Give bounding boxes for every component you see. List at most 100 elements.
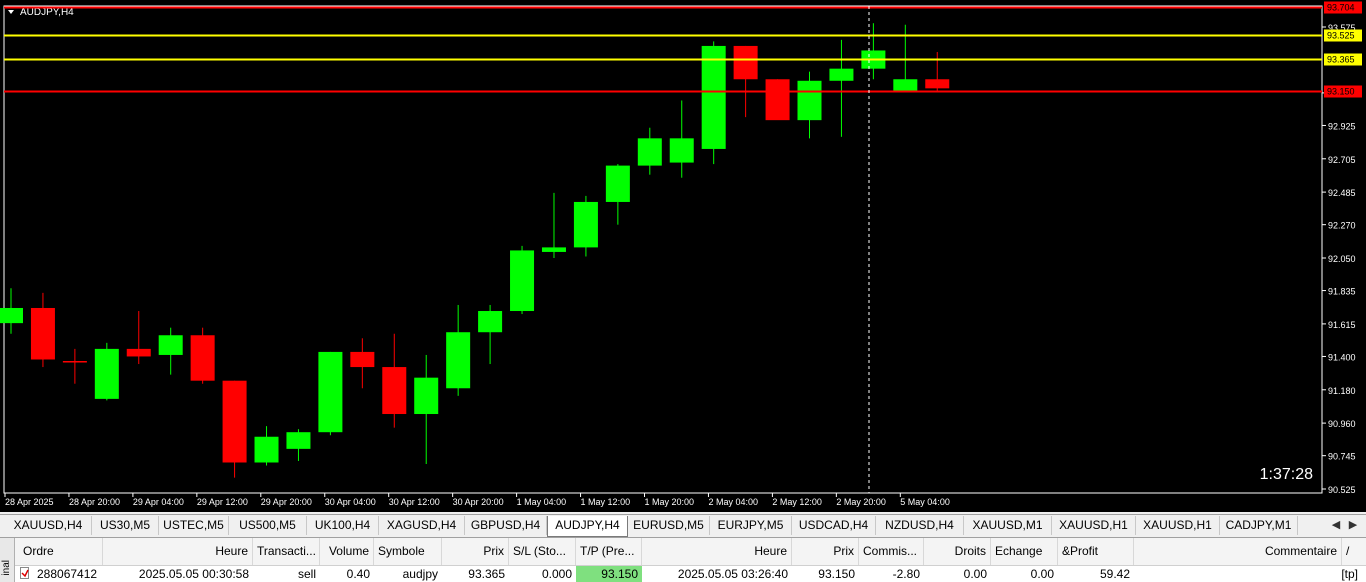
symbol-menu-icon <box>8 10 14 14</box>
table-cell: 59.42 <box>1099 567 1130 581</box>
time-axis-label: 30 Apr 04:00 <box>325 497 376 507</box>
table-cell: 2025.05.05 03:26:40 <box>677 567 788 581</box>
column-header[interactable]: Commentaire <box>1134 538 1342 565</box>
price-axis-label: 91.835 <box>1328 287 1356 297</box>
time-axis-label: 2 May 12:00 <box>772 497 822 507</box>
column-header[interactable]: S/L (Sto... <box>509 538 576 565</box>
candle-body <box>893 79 918 92</box>
candle-body <box>446 332 471 389</box>
time-axis-label: 30 Apr 20:00 <box>453 497 504 507</box>
sort-indicator-icon: / <box>1346 544 1350 558</box>
candle-body <box>573 201 598 248</box>
column-header[interactable]: Transacti... <box>253 538 320 565</box>
column-header[interactable]: Volume <box>320 538 374 565</box>
tab-cadjpy-m1[interactable]: CADJPY,M1 <box>1220 516 1298 535</box>
terminal-side-label: inal <box>0 538 15 582</box>
table-cell: sell <box>297 567 316 581</box>
candle-body <box>222 380 247 463</box>
candle-body <box>382 367 407 415</box>
price-axis-label: 90.960 <box>1328 419 1356 429</box>
tab-xauusd-h1[interactable]: XAUUSD,H1 <box>1136 516 1220 535</box>
tab-uk100-h4[interactable]: UK100,H4 <box>307 516 379 535</box>
tab-xauusd-h1[interactable]: XAUUSD,H1 <box>1052 516 1136 535</box>
order-sell-icon <box>20 567 29 579</box>
tab-eurjpy-m5[interactable]: EURJPY,M5 <box>710 516 792 535</box>
candle-body <box>510 250 535 312</box>
tab-usdcad-h4[interactable]: USDCAD,H4 <box>792 516 876 535</box>
column-header[interactable]: Droits <box>924 538 991 565</box>
candle-body <box>62 361 87 363</box>
tab-scroll-left-icon[interactable]: ◀ <box>1329 517 1343 533</box>
time-axis-label: 29 Apr 20:00 <box>261 497 312 507</box>
price-level-label: 93.150 <box>1327 87 1355 97</box>
column-header[interactable]: Commis... <box>859 538 924 565</box>
column-header[interactable]: Prix <box>442 538 509 565</box>
price-level-label: 93.704 <box>1327 3 1355 13</box>
price-axis-label: 92.050 <box>1328 254 1356 264</box>
candle-body <box>254 436 279 463</box>
candle-body <box>701 45 726 149</box>
column-header[interactable]: Echange <box>991 538 1058 565</box>
chart-symbol-label: AUDJPY,H4 <box>20 7 74 18</box>
candle-body <box>318 351 343 433</box>
time-axis-label: 1 May 12:00 <box>581 497 631 507</box>
price-level-label: 93.365 <box>1327 55 1355 65</box>
price-axis-label: 91.180 <box>1328 386 1356 396</box>
column-header[interactable]: Heure <box>642 538 792 565</box>
table-cell: 2025.05.05 00:30:58 <box>138 567 249 581</box>
candle-body <box>126 348 151 357</box>
tab-nzdusd-h4[interactable]: NZDUSD,H4 <box>876 516 964 535</box>
time-axis-label: 29 Apr 12:00 <box>197 497 248 507</box>
time-axis-label: 2 May 04:00 <box>708 497 758 507</box>
tab-gbpusd-h4[interactable]: GBPUSD,H4 <box>465 516 547 535</box>
tab-xagusd-h4[interactable]: XAGUSD,H4 <box>379 516 465 535</box>
candle-body <box>286 432 311 449</box>
candle-body <box>190 335 215 381</box>
tab-xauusd-h4[interactable]: XAUUSD,H4 <box>5 516 92 535</box>
column-header[interactable]: Symbole <box>374 538 442 565</box>
candle-body <box>350 351 375 368</box>
tab-us500-m5[interactable]: US500,M5 <box>229 516 307 535</box>
candle-body <box>669 138 694 163</box>
tab-ustec-m5[interactable]: USTEC,M5 <box>159 516 229 535</box>
time-axis-label: 2 May 20:00 <box>836 497 886 507</box>
tab-scroll-right-icon[interactable]: ▶ <box>1346 517 1360 533</box>
candle-body <box>829 68 854 81</box>
column-header[interactable]: &Profit <box>1058 538 1134 565</box>
time-axis-label: 28 Apr 20:00 <box>69 497 120 507</box>
price-axis-label: 92.485 <box>1328 188 1356 198</box>
candle-body <box>0 307 23 324</box>
candle-body <box>797 80 822 121</box>
table-cell: [tp] <box>1341 567 1358 581</box>
candle-body <box>637 138 662 166</box>
column-header[interactable]: Prix <box>792 538 859 565</box>
table-cell: -2.80 <box>892 567 920 581</box>
terminal-header-row: Ordre Heure Transacti... Volume Symbole Prix S… <box>15 538 1366 566</box>
price-axis-label: 91.615 <box>1328 320 1356 330</box>
candle-body <box>94 348 119 399</box>
price-axis-label: 91.400 <box>1328 352 1356 362</box>
table-cell: audjpy <box>402 567 438 581</box>
price-axis-label: 90.745 <box>1328 452 1356 462</box>
table-cell: 0.00 <box>963 567 987 581</box>
candle-body <box>414 377 439 415</box>
chart-tab-bar: ◀ ▶ XAUUSD,H4 US30,M5 USTEC,M5 US500,M5 UK10… <box>0 514 1366 537</box>
table-row[interactable]: 288067412 2025.05.05 00:30:58 sell 0.40 audj… <box>15 566 1366 582</box>
tab-eurusd-m5[interactable]: EURUSD,M5 <box>628 516 710 535</box>
column-header[interactable]: T/P (Pre... <box>576 538 642 565</box>
tab-us30-m5[interactable]: US30,M5 <box>92 516 159 535</box>
column-header[interactable]: Ordre <box>15 538 103 565</box>
time-axis-label: 30 Apr 12:00 <box>389 497 440 507</box>
time-axis-label: 29 Apr 04:00 <box>133 497 184 507</box>
tab-xauusd-m1[interactable]: XAUUSD,M1 <box>964 516 1052 535</box>
candle-body <box>478 311 503 333</box>
time-axis-label: 1 May 04:00 <box>517 497 567 507</box>
price-level-label: 93.525 <box>1327 31 1355 41</box>
table-cell: 93.365 <box>468 567 505 581</box>
tab-audjpy-h4[interactable]: AUDJPY,H4 <box>547 516 628 537</box>
chart-window[interactable]: AUDJPY,H493.57593.14092.92592.70592.4859… <box>0 0 1366 512</box>
table-cell: 0.40 <box>346 567 370 581</box>
candle-body <box>765 79 790 121</box>
column-header[interactable]: Heure <box>103 538 253 565</box>
candlestick-chart[interactable]: AUDJPY,H493.57593.14092.92592.70592.4859… <box>0 0 1366 512</box>
